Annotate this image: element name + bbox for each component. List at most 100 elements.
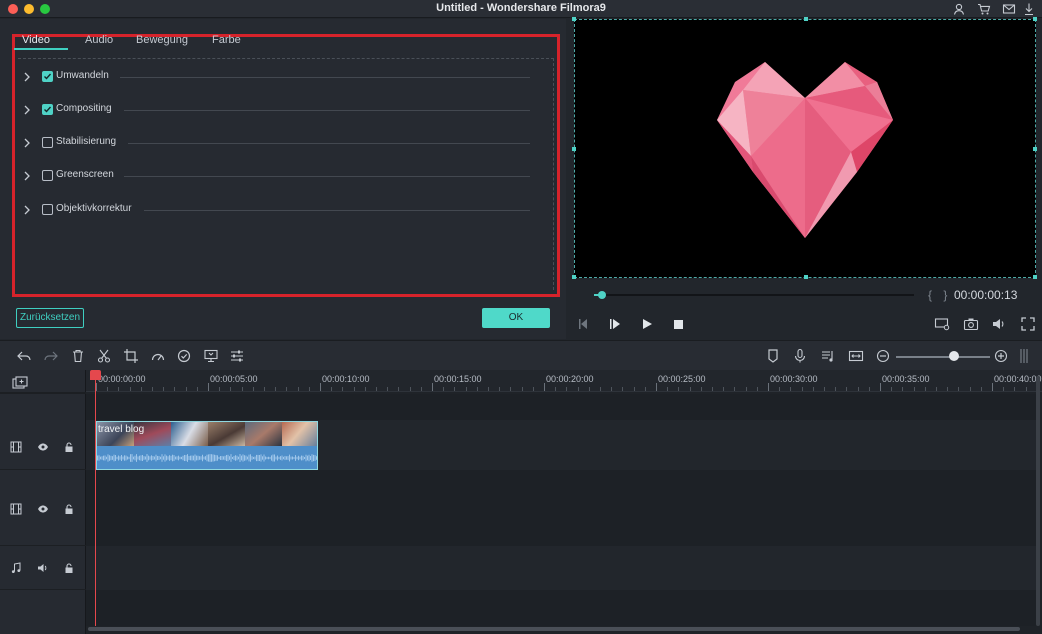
zoom-in-icon[interactable] (993, 348, 1009, 364)
scrub-handle[interactable] (598, 291, 607, 299)
video-clip[interactable]: travel blog (96, 421, 318, 470)
mark-in-out-buttons[interactable]: { } (928, 288, 951, 302)
waveform-bar (185, 455, 187, 461)
track-lane-empty[interactable] (86, 590, 1036, 626)
resize-handle[interactable] (572, 275, 576, 279)
track-header-audio-1 (0, 546, 86, 590)
ok-button[interactable]: OK (482, 308, 550, 328)
time-ruler[interactable]: 00:00:00:00 00:00:05:00 00:00:10:00 00:00:1… (86, 370, 1042, 392)
waveform-bar (158, 455, 160, 461)
resize-handle[interactable] (804, 17, 808, 21)
scrub-track[interactable] (594, 294, 914, 296)
effect-row-greenscreen[interactable]: Greenscreen (20, 168, 530, 184)
lock-icon[interactable] (63, 440, 75, 452)
waveform-bar (247, 456, 248, 460)
panel-grip-icon[interactable] (1018, 348, 1034, 364)
lock-icon[interactable] (63, 502, 75, 514)
effect-row-compositing[interactable]: Compositing (20, 102, 530, 118)
waveform-bar (278, 456, 280, 460)
eye-icon[interactable] (37, 440, 49, 452)
stop-icon[interactable] (670, 316, 686, 332)
audio-mixer-icon[interactable] (820, 348, 836, 364)
track-lane-video-2[interactable] (86, 470, 1036, 546)
ruler-tick (1025, 387, 1027, 391)
effect-checkbox[interactable] (42, 137, 53, 148)
marker-icon[interactable] (765, 348, 781, 364)
waveform-bar (274, 454, 275, 462)
zoom-slider[interactable] (896, 356, 990, 358)
resize-handle[interactable] (804, 275, 808, 279)
waveform-bar (233, 455, 235, 461)
ruler-tick (768, 383, 769, 391)
resize-handle[interactable] (1033, 17, 1037, 21)
effect-checkbox[interactable] (42, 204, 53, 215)
display-settings-icon[interactable] (934, 316, 950, 332)
step-back-icon[interactable] (576, 316, 592, 332)
microphone-icon[interactable] (792, 348, 808, 364)
color-icon[interactable] (176, 348, 192, 364)
waveform-bar (314, 455, 316, 461)
eye-icon[interactable] (37, 502, 49, 514)
chevron-right-icon[interactable] (22, 136, 32, 148)
speaker-icon[interactable] (37, 561, 49, 573)
cart-icon[interactable] (977, 2, 991, 16)
chevron-right-icon[interactable] (22, 203, 32, 215)
effect-checkbox[interactable] (42, 71, 53, 82)
track-headers (0, 370, 86, 634)
tab-audio[interactable]: Audio (85, 34, 113, 46)
tab-farbe[interactable]: Farbe (212, 34, 241, 46)
waveform-bar (157, 455, 158, 461)
effect-row-stabilisierung[interactable]: Stabilisierung (20, 135, 530, 151)
undo-icon[interactable] (16, 348, 32, 364)
add-track-icon[interactable] (12, 376, 28, 390)
waveform-bar (124, 455, 125, 461)
adjust-icon[interactable] (229, 348, 245, 364)
redo-icon[interactable] (43, 348, 59, 364)
ruler-tick (152, 387, 153, 391)
play-icon[interactable] (639, 316, 655, 332)
tab-bewegung[interactable]: Bewegung (136, 34, 188, 46)
lock-icon[interactable] (63, 561, 75, 573)
mail-icon[interactable] (1002, 2, 1016, 16)
fit-timeline-icon[interactable] (848, 348, 864, 364)
playback-scrubber[interactable]: { } 00:00:00:13 (576, 286, 1036, 304)
resize-handle[interactable] (572, 17, 576, 21)
effect-checkbox[interactable] (42, 170, 53, 181)
chevron-right-icon[interactable] (22, 169, 32, 181)
ruler-tick (129, 387, 131, 391)
effect-checkbox[interactable] (42, 104, 53, 115)
waveform-bar (214, 454, 215, 462)
resize-handle[interactable] (1033, 275, 1037, 279)
waveform-bar (109, 455, 110, 461)
tab-video[interactable]: Video (22, 34, 50, 46)
zoom-out-icon[interactable] (875, 348, 891, 364)
chevron-right-icon[interactable] (22, 70, 32, 82)
track-lane-empty[interactable] (86, 394, 1036, 420)
delete-icon[interactable] (70, 348, 86, 364)
video-preview[interactable] (572, 17, 1037, 279)
download-icon[interactable] (1022, 2, 1036, 16)
cut-icon[interactable] (96, 348, 112, 364)
waveform-bar (245, 455, 247, 461)
waveform-bar (260, 454, 262, 462)
snapshot-icon[interactable] (963, 316, 979, 332)
account-icon[interactable] (952, 2, 966, 16)
resize-handle[interactable] (1033, 147, 1037, 151)
ruler-tick (936, 387, 937, 391)
speed-icon[interactable] (150, 348, 166, 364)
effect-row-umwandeln[interactable]: Umwandeln (20, 69, 530, 85)
reset-button[interactable]: Zurücksetzen (16, 308, 84, 328)
fullscreen-icon[interactable] (1020, 316, 1036, 332)
horizontal-scrollbar[interactable] (88, 627, 1020, 631)
green-screen-icon[interactable] (203, 348, 219, 364)
volume-icon[interactable] (991, 316, 1007, 332)
chevron-right-icon[interactable] (22, 103, 32, 115)
vertical-scrollbar[interactable] (1036, 376, 1040, 626)
playhead[interactable] (95, 378, 96, 626)
effect-row-objektivkorrektur[interactable]: Objektivkorrektur (20, 202, 530, 218)
crop-icon[interactable] (123, 348, 139, 364)
frame-play-icon[interactable] (607, 316, 623, 332)
zoom-slider-handle[interactable] (949, 351, 960, 361)
resize-handle[interactable] (572, 147, 576, 151)
track-lane-audio-1[interactable] (86, 546, 1036, 590)
